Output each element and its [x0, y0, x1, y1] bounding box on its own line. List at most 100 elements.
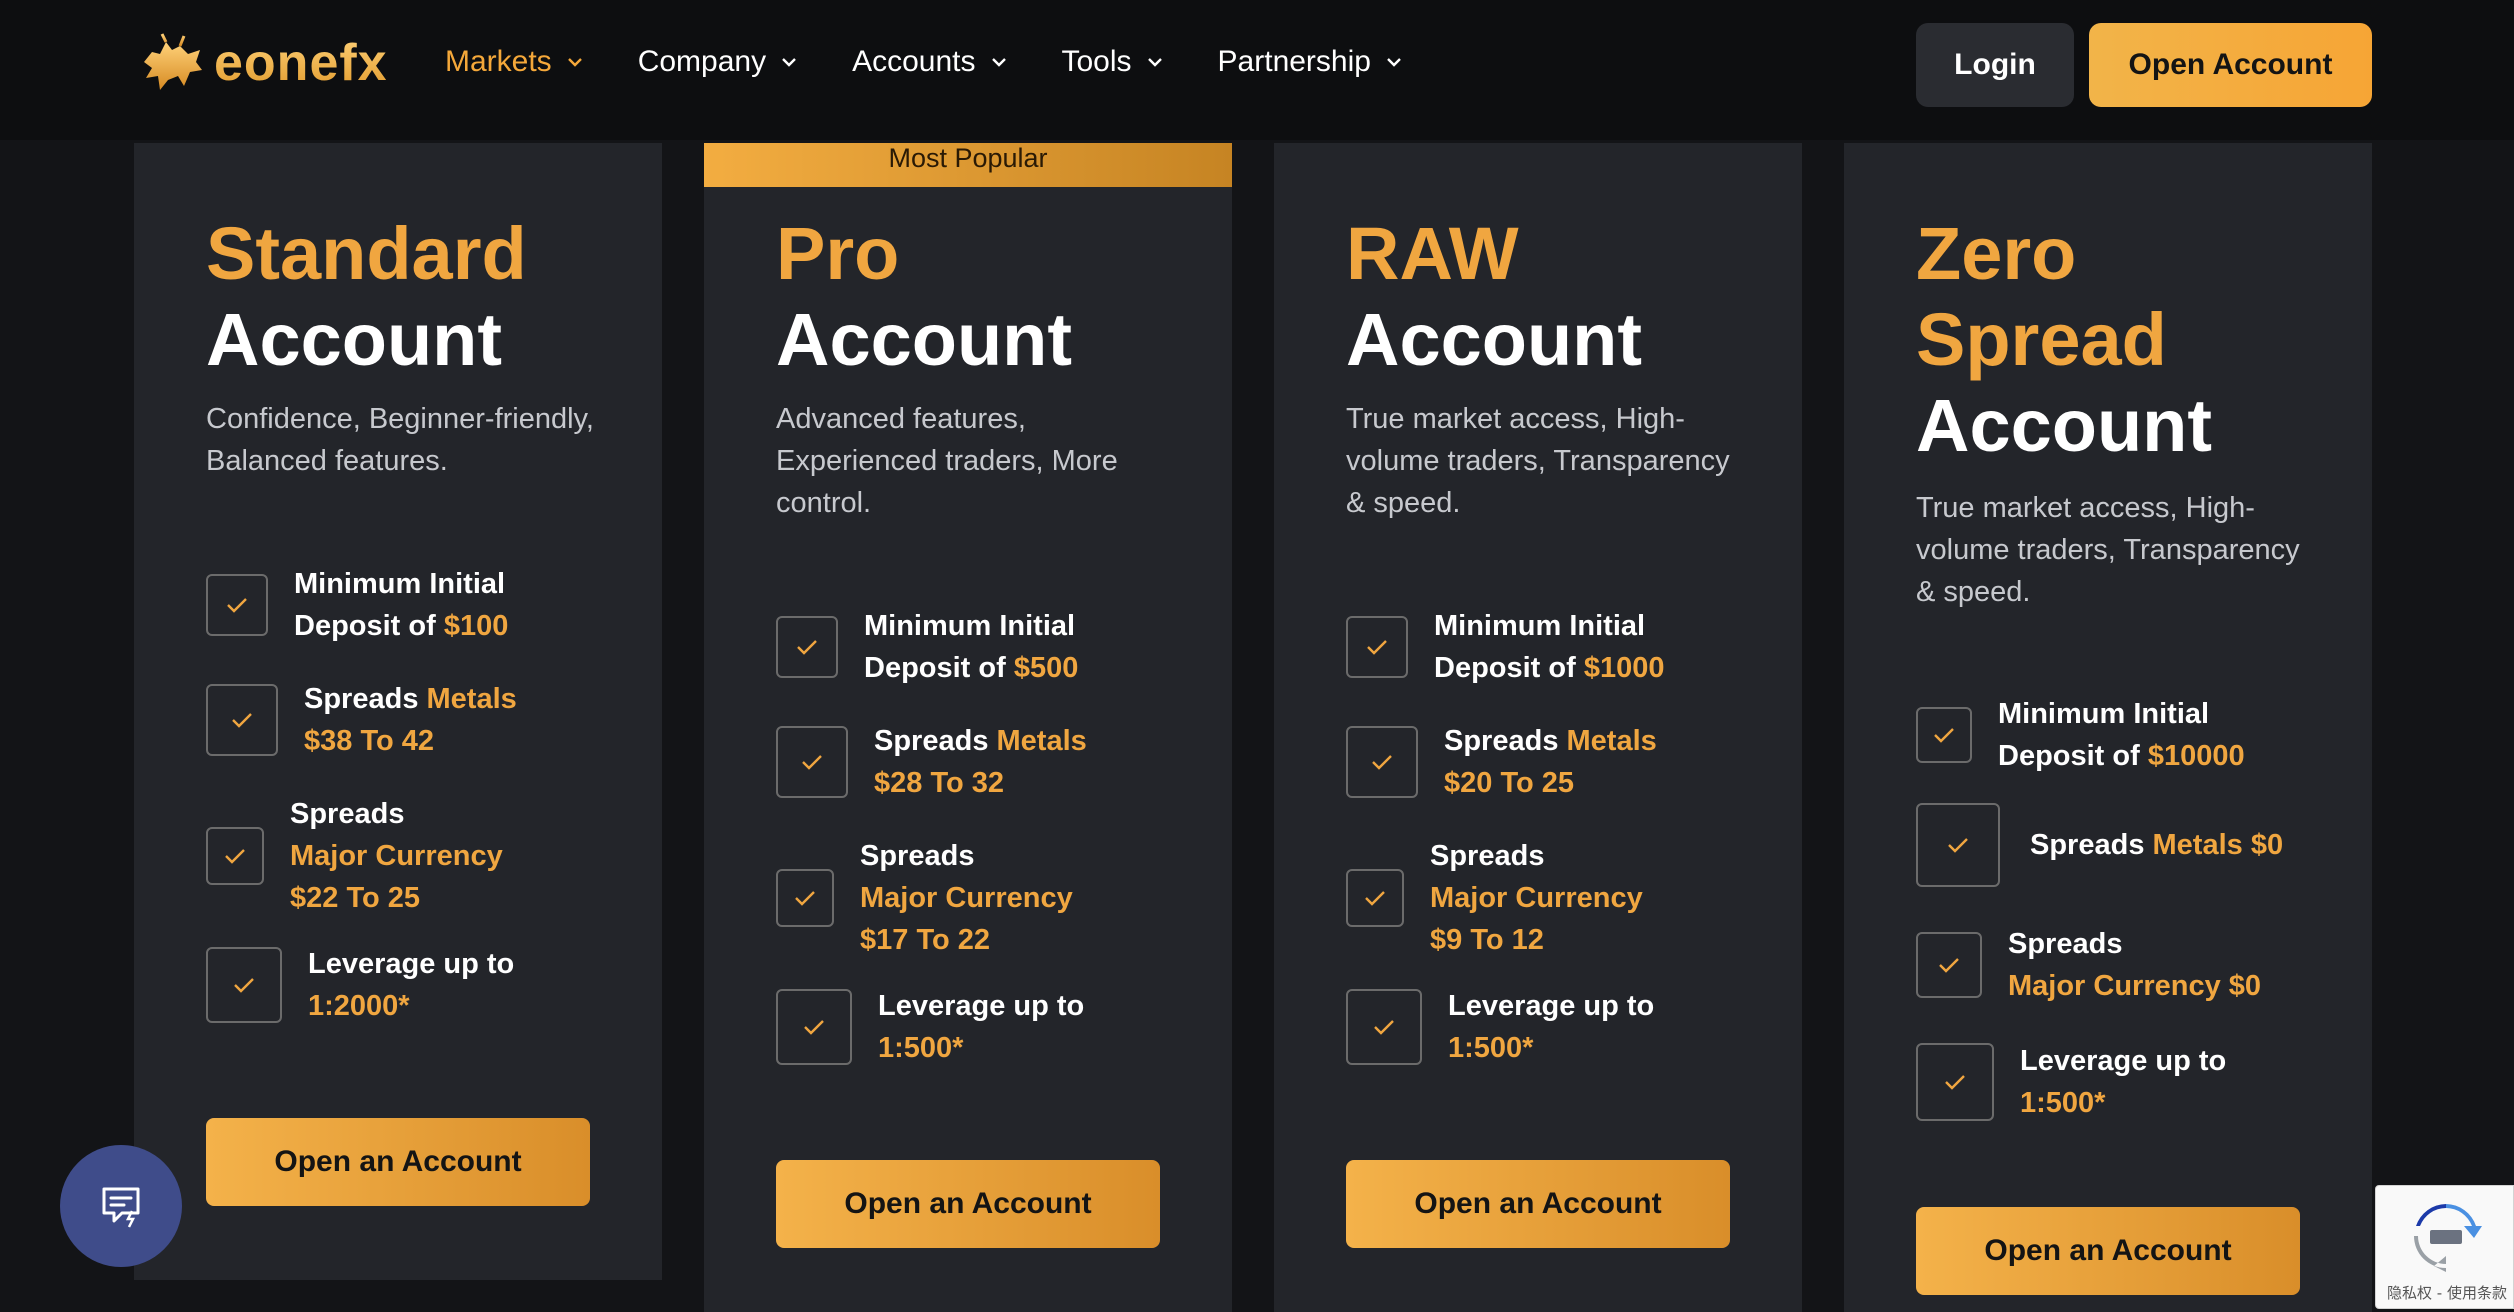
account-card-pro: Most Popular Pro Account Advanced featur…	[704, 143, 1232, 1312]
feature-leverage: Leverage up to 1:500*	[776, 985, 1084, 1069]
feature-line: Deposit of	[1434, 652, 1584, 684]
feature-spreads-major: Spreads Major Currency $22 To 25	[206, 793, 503, 919]
account-card-standard: Standard Account Confidence, Beginner-fr…	[134, 143, 662, 1280]
feature-value: Major Currency	[860, 882, 1073, 914]
bull-logo-icon	[144, 33, 202, 90]
login-button[interactable]: Login	[1916, 23, 2074, 107]
open-an-account-button[interactable]: Open an Account	[206, 1118, 590, 1206]
feature-line: Minimum Initial	[1998, 698, 2210, 730]
card-title: RAW Account	[1346, 211, 1642, 383]
feature-value: Metals $0	[2152, 829, 2284, 861]
check-icon	[206, 947, 282, 1023]
feature-value: $28 To 32	[874, 767, 1005, 799]
nav-item-partnership[interactable]: Partnership	[1218, 40, 1403, 84]
feature-value: Major Currency	[290, 840, 503, 872]
feature-value: $9 To 12	[1430, 924, 1544, 956]
feature-line: Deposit of	[1998, 740, 2148, 772]
open-an-account-button[interactable]: Open an Account	[776, 1160, 1160, 1248]
feature-deposit: Minimum Initial Deposit of $1000	[1346, 605, 1665, 689]
feature-line: Leverage up to	[1448, 990, 1655, 1022]
feature-line: Deposit of	[864, 652, 1014, 684]
feature-spreads-major: Spreads Major Currency $0	[1916, 923, 2261, 1007]
feature-line: Minimum Initial	[864, 610, 1076, 642]
open-an-account-button[interactable]: Open an Account	[1346, 1160, 1730, 1248]
feature-value: Metals	[996, 725, 1087, 757]
check-icon	[1346, 989, 1422, 1065]
feature-line: Leverage up to	[2020, 1045, 2227, 1077]
card-title-accent: Pro	[776, 212, 900, 295]
feature-line: Spreads	[304, 683, 427, 715]
nav-item-company[interactable]: Company	[638, 40, 798, 84]
check-icon	[776, 616, 838, 678]
card-title: Pro Account	[776, 211, 1072, 383]
nav-label: Markets	[445, 45, 552, 78]
card-title-main: Account	[776, 298, 1072, 381]
feature-deposit: Minimum Initial Deposit of $500	[776, 605, 1078, 689]
card-description: True market access, High-volume traders,…	[1916, 492, 2300, 608]
feature-value: $1000	[1583, 652, 1665, 684]
main-nav: Markets Company Accounts Tools Partnersh…	[445, 40, 1457, 84]
nav-item-markets[interactable]: Markets	[445, 40, 584, 84]
chevron-down-icon	[782, 58, 796, 67]
nav-label: Tools	[1061, 45, 1132, 78]
feature-value: $100	[443, 610, 509, 642]
chevron-down-icon	[1387, 58, 1401, 67]
feature-leverage: Leverage up to 1:500*	[1346, 985, 1654, 1069]
card-title-main: Account	[206, 298, 502, 381]
recaptcha-terms[interactable]: 隐私权 - 使用条款	[2380, 1282, 2514, 1303]
chevron-down-icon	[567, 58, 582, 67]
feature-value: $22 To 25	[290, 882, 421, 914]
feature-value: $20 To 25	[1444, 767, 1575, 799]
feature-spreads-metals: Spreads Metals $20 To 25	[1346, 720, 1657, 804]
feature-line: Spreads	[2030, 829, 2153, 861]
card-title-accent: Standard	[206, 212, 527, 295]
logo[interactable]: eonefx	[138, 28, 388, 98]
logo-text: eonefx	[214, 34, 388, 92]
feature-value: Major Currency $0	[2008, 970, 2262, 1002]
nav-item-tools[interactable]: Tools	[1062, 40, 1164, 84]
nav-label: Accounts	[852, 45, 976, 78]
feature-value: 1:500*	[1448, 1032, 1534, 1064]
account-card-raw: RAW Account True market access, High-vol…	[1274, 143, 1802, 1312]
feature-deposit: Minimum Initial Deposit of $10000	[1916, 693, 2245, 777]
check-icon	[1916, 707, 1972, 763]
check-icon	[1346, 726, 1418, 798]
card-title-accent: RAW	[1346, 212, 1519, 295]
check-icon	[1346, 616, 1408, 678]
feature-value: $10000	[2147, 740, 2245, 772]
feature-leverage: Leverage up to 1:2000*	[206, 943, 514, 1027]
check-icon	[1916, 803, 2000, 887]
feature-value: 1:500*	[878, 1032, 964, 1064]
feature-line: Minimum Initial	[1434, 610, 1646, 642]
nav-label: Partnership	[1217, 45, 1371, 78]
feature-line: Spreads	[860, 840, 975, 872]
feature-line: Deposit of	[294, 610, 444, 642]
feature-line: Spreads	[2008, 928, 2123, 960]
check-icon	[206, 827, 264, 885]
check-icon	[776, 726, 848, 798]
card-description: Confidence, Beginner-friendly, Balanced …	[206, 403, 594, 477]
chevron-down-icon	[991, 58, 1006, 67]
chat-button[interactable]	[60, 1145, 182, 1267]
card-description: True market access, High-volume traders,…	[1346, 403, 1730, 519]
card-title-main: Account	[1916, 384, 2212, 467]
check-icon	[206, 684, 278, 756]
card-description: Advanced features, Experienced traders, …	[776, 403, 1118, 519]
feature-spreads-major: Spreads Major Currency $9 To 12	[1346, 835, 1643, 961]
open-account-button[interactable]: Open Account	[2089, 23, 2372, 107]
feature-spreads-metals: Spreads Metals $38 To 42	[206, 678, 517, 762]
nav-item-accounts[interactable]: Accounts	[852, 40, 1007, 84]
check-icon	[776, 989, 852, 1065]
feature-line: Spreads	[1430, 840, 1545, 872]
feature-leverage: Leverage up to 1:500*	[1916, 1040, 2226, 1124]
feature-spreads-metals: Spreads Metals $0	[1916, 803, 2283, 887]
feature-line: Minimum Initial	[294, 568, 506, 600]
account-card-zero-spread: Zero Spread Account True market access, …	[1844, 143, 2372, 1312]
recaptcha-badge[interactable]: 隐私权 - 使用条款	[2375, 1185, 2514, 1309]
open-an-account-button[interactable]: Open an Account	[1916, 1207, 2300, 1295]
top-navigation-bar: eonefx Markets Company Accounts Tools Pa…	[0, 0, 2514, 140]
card-title-accent: Spread	[1916, 298, 2167, 381]
feature-deposit: Minimum Initial Deposit of $100	[206, 563, 508, 647]
check-icon	[1916, 1043, 1994, 1121]
card-title-accent: Zero	[1916, 212, 2077, 295]
